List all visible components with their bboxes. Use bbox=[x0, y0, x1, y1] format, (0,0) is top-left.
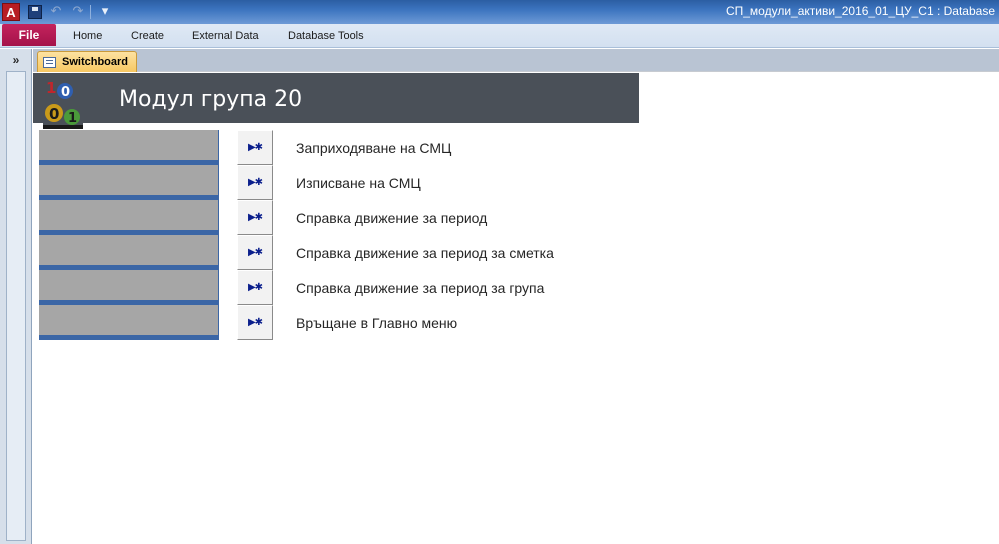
side-notch bbox=[33, 230, 39, 235]
file-tab[interactable]: File bbox=[2, 24, 56, 46]
window-title: СП_модули_активи_2016_01_ЦУ_С1 : Databas… bbox=[725, 4, 995, 18]
switchboard-item-button[interactable]: ▶✱ bbox=[237, 235, 273, 270]
run-arrow-icon: ▶✱ bbox=[247, 317, 263, 328]
svg-text:0: 0 bbox=[61, 85, 70, 100]
side-bar bbox=[39, 270, 218, 300]
switchboard-item-button[interactable]: ▶✱ bbox=[237, 165, 273, 200]
run-arrow-icon: ▶✱ bbox=[247, 142, 263, 153]
undo-icon[interactable]: ↶ bbox=[48, 4, 64, 20]
redo-icon[interactable]: ↷ bbox=[70, 4, 86, 20]
qat-separator bbox=[90, 5, 91, 19]
side-notch bbox=[33, 160, 39, 165]
customize-qat-icon[interactable]: ▾ bbox=[97, 4, 113, 20]
title-bar: A ↶ ↷ ▾ СП_модули_активи_2016_01_ЦУ_С1 :… bbox=[0, 0, 999, 24]
save-icon[interactable] bbox=[28, 5, 42, 19]
binary-logo-icon: 1 0 0 1 bbox=[43, 77, 83, 129]
access-app-icon[interactable]: A bbox=[2, 3, 20, 21]
switchboard-item-label[interactable]: Връщане в Главно меню bbox=[296, 315, 457, 331]
tab-switchboard[interactable]: Switchboard bbox=[37, 51, 137, 72]
doc-tab-label: Switchboard bbox=[62, 56, 129, 68]
switchboard-form: 1 0 0 1 Модул група 20 ▶✱ Заприходяване … bbox=[33, 73, 999, 544]
switchboard-item: ▶✱ Заприходяване на СМЦ bbox=[237, 130, 737, 165]
run-arrow-icon: ▶✱ bbox=[247, 247, 263, 258]
switchboard-item-button[interactable]: ▶✱ bbox=[237, 200, 273, 235]
side-bar bbox=[39, 165, 218, 195]
tab-home[interactable]: Home bbox=[73, 24, 102, 48]
side-bar bbox=[39, 305, 218, 335]
switchboard-header: 1 0 0 1 Модул група 20 bbox=[33, 73, 639, 129]
switchboard-item-button[interactable]: ▶✱ bbox=[237, 130, 273, 165]
tab-external-data[interactable]: External Data bbox=[192, 24, 259, 48]
switchboard-item-label[interactable]: Справка движение за период bbox=[296, 210, 487, 226]
side-notch bbox=[33, 300, 39, 305]
side-notch bbox=[33, 265, 39, 270]
switchboard-item: ▶✱ Справка движение за период bbox=[237, 200, 737, 235]
side-notch bbox=[33, 195, 39, 200]
svg-text:0: 0 bbox=[49, 105, 59, 123]
side-bar bbox=[39, 200, 218, 230]
svg-text:1: 1 bbox=[68, 111, 77, 126]
tab-database-tools[interactable]: Database Tools bbox=[288, 24, 364, 48]
switchboard-item-button[interactable]: ▶✱ bbox=[237, 270, 273, 305]
run-arrow-icon: ▶✱ bbox=[247, 282, 263, 293]
switchboard-item-label[interactable]: Справка движение за период за сметка bbox=[296, 245, 554, 261]
nav-pane-collapsed-strip[interactable] bbox=[6, 71, 26, 541]
quick-access-toolbar: A ↶ ↷ ▾ bbox=[0, 2, 113, 22]
run-arrow-icon: ▶✱ bbox=[247, 212, 263, 223]
side-bar bbox=[39, 130, 218, 160]
switchboard-item: ▶✱ Справка движение за период за сметка bbox=[237, 235, 737, 270]
svg-text:1: 1 bbox=[46, 79, 56, 97]
run-arrow-icon: ▶✱ bbox=[247, 177, 263, 188]
side-bar bbox=[39, 235, 218, 265]
switchboard-item: ▶✱ Справка движение за период за група bbox=[237, 270, 737, 305]
switchboard-item-label[interactable]: Справка движение за период за група bbox=[296, 280, 544, 296]
switchboard-item-button[interactable]: ▶✱ bbox=[237, 305, 273, 340]
form-icon bbox=[43, 56, 56, 68]
switchboard-title: Модул група 20 bbox=[119, 87, 303, 112]
switchboard-item: ▶✱ Връщане в Главно меню bbox=[237, 305, 737, 340]
nav-pane-toggle[interactable]: » bbox=[0, 53, 32, 69]
tab-create[interactable]: Create bbox=[131, 24, 164, 48]
switchboard-item-label[interactable]: Изписване на СМЦ bbox=[296, 175, 421, 191]
switchboard-item: ▶✱ Изписване на СМЦ bbox=[237, 165, 737, 200]
document-tab-bar: Switchboard bbox=[33, 49, 999, 72]
ribbon-tabs: File Home Create External Data Database … bbox=[0, 24, 999, 48]
side-panel bbox=[33, 130, 219, 340]
switchboard-item-label[interactable]: Заприходяване на СМЦ bbox=[296, 140, 451, 156]
navigation-pane: » bbox=[0, 49, 32, 544]
